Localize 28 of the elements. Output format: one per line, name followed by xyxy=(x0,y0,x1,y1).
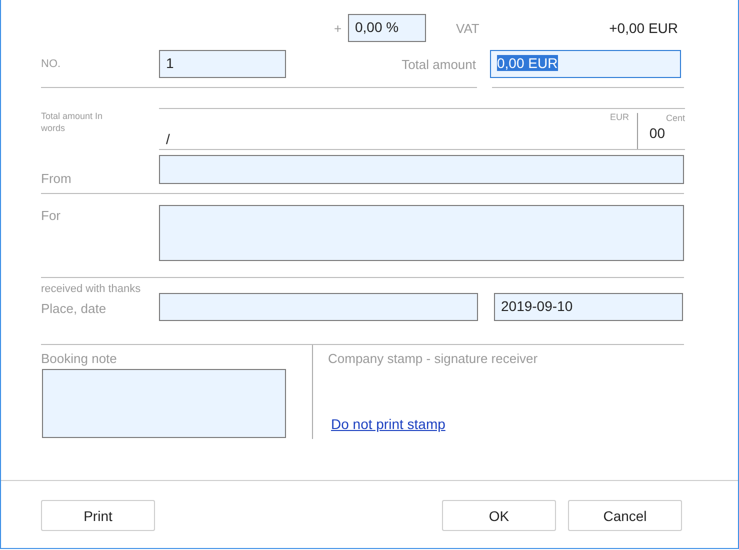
cents-value: 00 xyxy=(649,125,665,141)
vat-amount: +0,00 EUR xyxy=(609,20,678,36)
cancel-button[interactable]: Cancel xyxy=(568,500,682,531)
print-button[interactable]: Print xyxy=(41,500,155,531)
booking-note-label: Booking note xyxy=(41,351,118,366)
for-label: For xyxy=(41,208,62,223)
amount-in-words-value: / xyxy=(166,131,170,147)
amount-in-words-label: Total amount In words xyxy=(41,110,104,134)
do-not-print-stamp-link[interactable]: Do not print stamp xyxy=(331,416,538,432)
place-date-label: Place, date xyxy=(41,301,108,316)
for-field[interactable] xyxy=(159,205,684,261)
cent-label: Cent xyxy=(666,113,685,123)
total-amount-label: Total amount xyxy=(402,56,476,72)
from-label: From xyxy=(41,171,72,186)
number-field[interactable]: 1 xyxy=(159,50,286,78)
booking-note-field[interactable] xyxy=(42,369,286,438)
stamp-label: Company stamp - signature receiver xyxy=(328,351,538,366)
ok-button[interactable]: OK xyxy=(442,500,556,531)
received-note: received with thanks xyxy=(41,283,142,295)
vat-label: VAT xyxy=(456,20,480,36)
number-label: NO. xyxy=(41,58,62,70)
place-field[interactable] xyxy=(159,293,478,321)
currency-label: EUR xyxy=(610,112,629,122)
plus-sign: + xyxy=(334,20,343,36)
date-field[interactable]: 2019-09-10 xyxy=(494,293,683,321)
vat-rate-field[interactable]: 0,00 % xyxy=(348,14,426,42)
total-amount-field[interactable]: 0,00 EUR xyxy=(490,50,681,78)
from-field[interactable] xyxy=(159,155,684,184)
